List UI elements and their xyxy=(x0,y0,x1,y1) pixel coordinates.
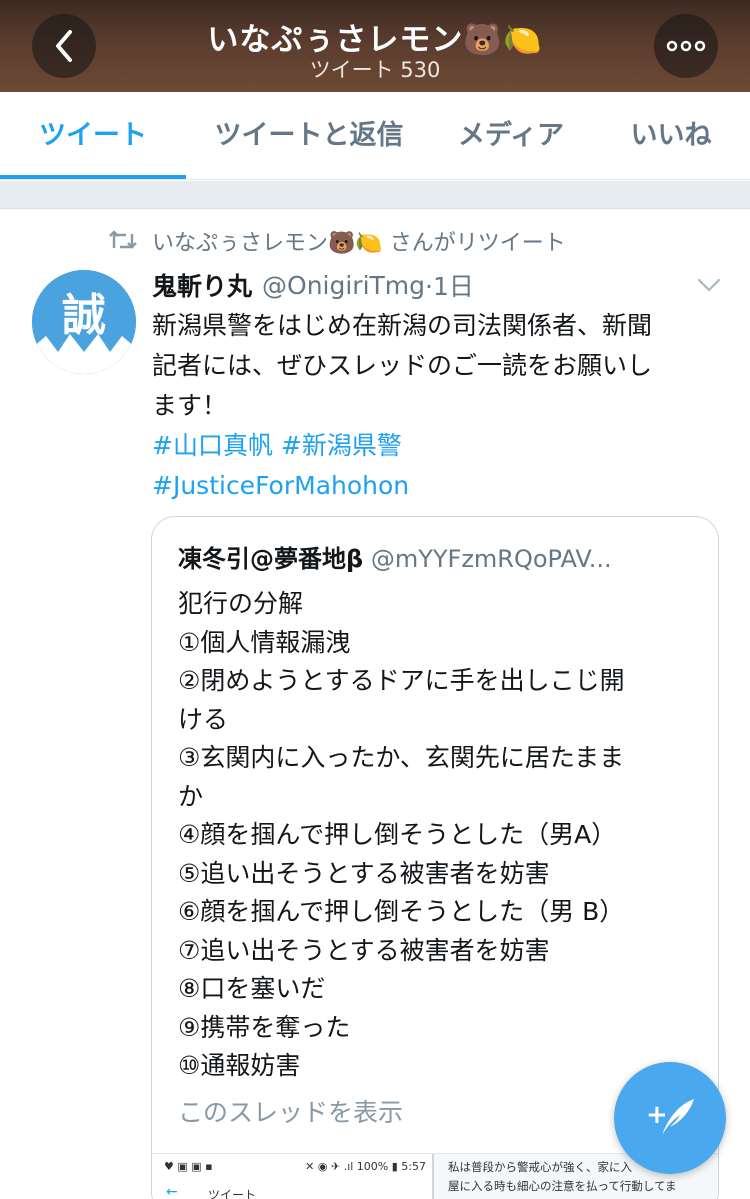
media-back-label: ツイート xyxy=(208,1188,257,1199)
more-button[interactable] xyxy=(654,14,718,78)
retweet-context[interactable]: いなぷぅさレモン🐻🍋 さんがリツイート xyxy=(108,226,566,256)
author-name[interactable]: 鬼斬り丸 xyxy=(152,267,252,303)
compose-tweet-button[interactable]: + xyxy=(614,1062,726,1174)
quoted-line: ⑥顔を掴んで押し倒そうとした（男 B） xyxy=(178,897,625,926)
tab-tweets-and-replies[interactable]: ツイートと返信 xyxy=(196,92,422,180)
quoted-line: ける xyxy=(178,704,229,734)
tweet-text-line: ます！ xyxy=(152,391,228,420)
tab-media[interactable]: メディア xyxy=(440,92,582,180)
quoted-author-name: 凍冬引@夢番地β xyxy=(178,545,364,573)
chevron-down-icon xyxy=(697,278,721,292)
section-divider xyxy=(0,181,750,209)
tweet-text-line: 記者には、ぜひスレッドのご一読をお願いし xyxy=(152,351,653,380)
quoted-author-handle: @mYYFzmRQoPAV... xyxy=(370,545,612,573)
quoted-line: ⑩通報妨害 xyxy=(178,1051,301,1080)
hashtag-link[interactable]: #山口真帆 xyxy=(152,431,273,460)
tab-likes[interactable]: いいね xyxy=(604,92,738,180)
tweet-header: 鬼斬り丸 @OnigiriTmg ·1日 xyxy=(152,268,474,302)
quoted-line: ⑤追い出そうとする被害者を妨害 xyxy=(178,858,550,888)
svg-text:+: + xyxy=(646,1100,668,1130)
hashtag-link[interactable]: #新潟県警 xyxy=(281,431,402,460)
quoted-line: ⑨携帯を奪った xyxy=(178,1012,351,1042)
profile-header: いなぷぅさレモン🐻🍋 ツイート 530 xyxy=(0,0,750,92)
avatar[interactable]: 誠 xyxy=(32,270,136,374)
tweet-time: ·1日 xyxy=(425,272,474,301)
media-screenshot-left: ♥ ▣ ▣ ▪ ✕ ◉ ✈ .ıl 100% ▮ 5:57 ← ツイート xyxy=(152,1154,434,1199)
compose-tweet-icon: + xyxy=(646,1099,694,1135)
more-horizontal-icon xyxy=(666,40,706,52)
arrow-left-icon: ← xyxy=(166,1184,178,1199)
quoted-line: ③玄関内に入ったか、玄関先に居たまま xyxy=(178,743,625,772)
show-thread-link[interactable]: このスレッドを表示 xyxy=(178,1093,403,1129)
avatar-char: 誠 xyxy=(62,290,106,341)
quoted-line: 犯行の分解 xyxy=(178,589,304,618)
quoted-line: ①個人情報漏洩 xyxy=(178,627,351,657)
profile-title: いなぷぅさレモン🐻🍋 xyxy=(207,22,543,58)
quoted-tweet-text: 犯行の分解 ①個人情報漏洩 ②閉めようとするドアに手を出しこじ開 ける ③玄関内… xyxy=(178,585,698,1086)
retweet-label: いなぷぅさレモン🐻🍋 さんがリツイート xyxy=(152,231,566,256)
quoted-tweet-header: 凍冬引@夢番地β @mYYFzmRQoPAV... xyxy=(178,539,698,574)
quoted-line: ⑧口を塞いだ xyxy=(178,974,326,1003)
tweet-text-line: 新潟県警をはじめ在新潟の司法関係者、新聞 xyxy=(152,311,653,340)
tweet-count: ツイート 530 xyxy=(309,58,441,82)
tab-tweets[interactable]: ツイート xyxy=(0,92,186,180)
profile-tabs: ツイート ツイートと返信 メディア いいね xyxy=(0,92,750,180)
quoted-line: ⑦追い出そうとする被害者を妨害 xyxy=(178,935,550,965)
quoted-line: か xyxy=(178,781,204,811)
hashtag-link[interactable]: #JusticeForMahohon xyxy=(152,471,409,500)
active-tab-indicator xyxy=(0,175,186,179)
author-handle[interactable]: @OnigiriTmg xyxy=(262,271,425,300)
avatar-image: 誠 xyxy=(32,270,136,374)
quoted-line: ④顔を掴んで押し倒そうとした（男A） xyxy=(178,820,617,849)
tweet-text: 新潟県警をはじめ在新潟の司法関係者、新聞 記者には、ぜひスレッドのご一読をお願い… xyxy=(152,306,732,506)
media-status-bar: ♥ ▣ ▣ ▪ ✕ ◉ ✈ .ıl 100% ▮ 5:57 xyxy=(164,1160,426,1173)
quoted-line: ②閉めようとするドアに手を出しこじ開 xyxy=(178,666,625,695)
tweet-menu-button[interactable] xyxy=(694,270,724,300)
retweet-icon xyxy=(109,230,137,249)
